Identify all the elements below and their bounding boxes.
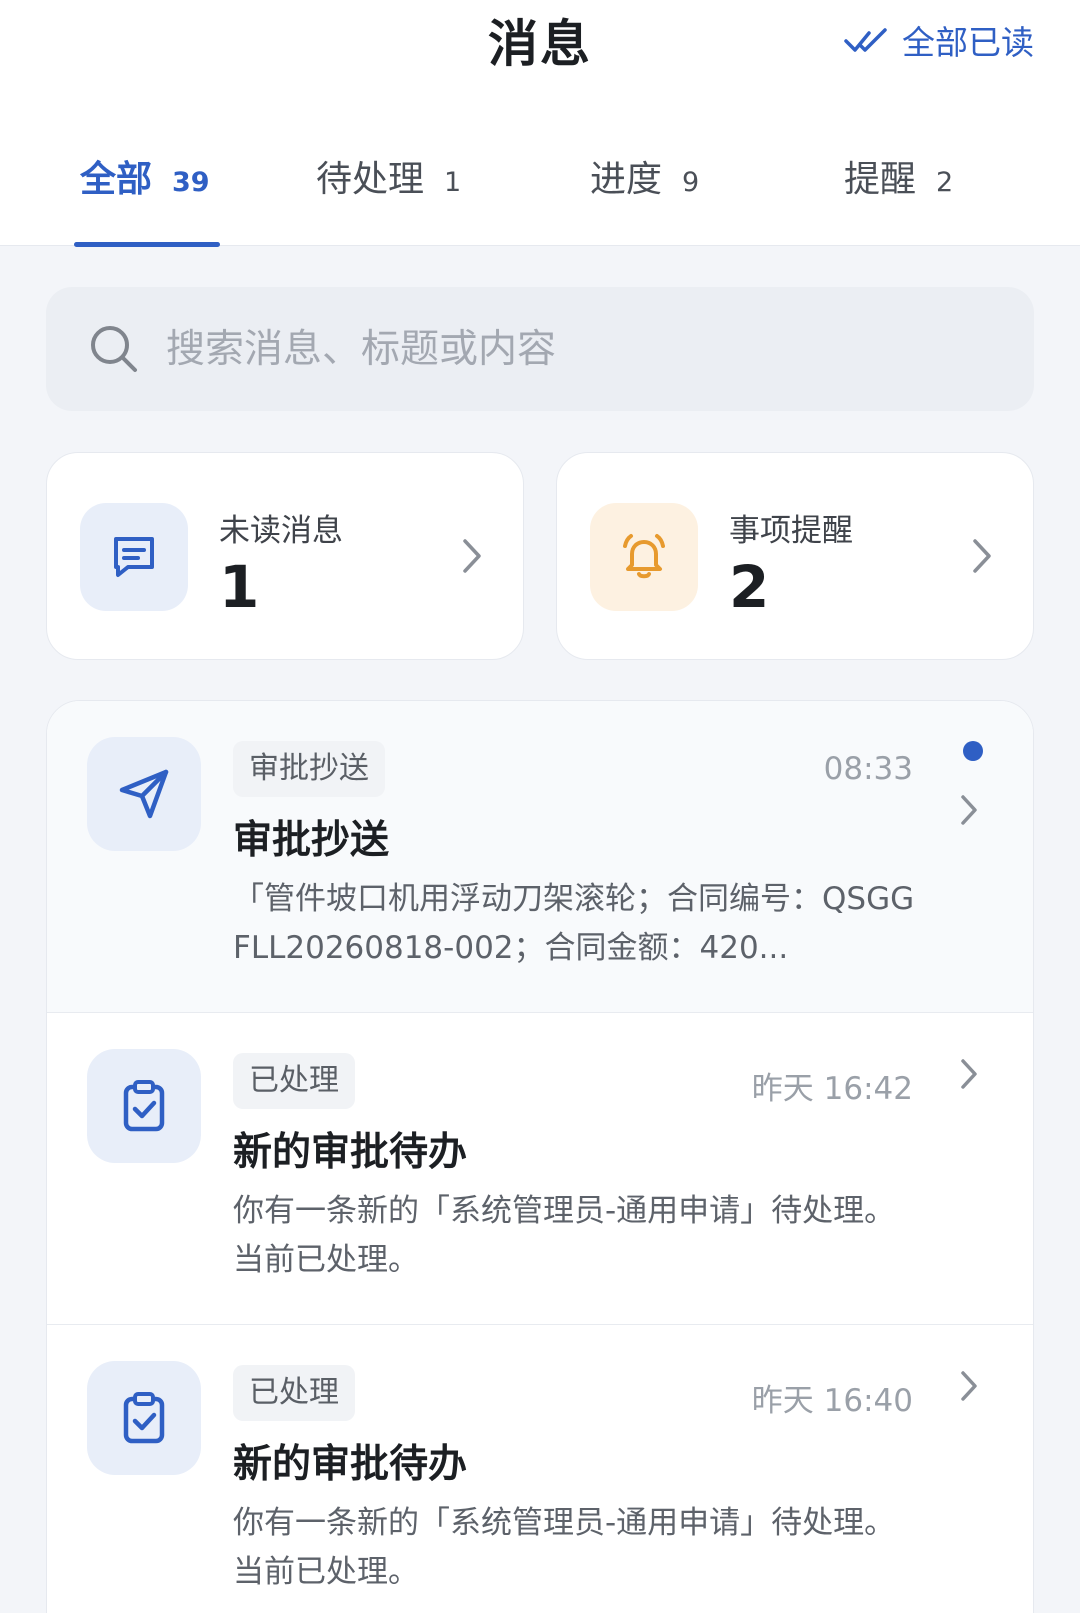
message-title: 审批抄送: [233, 818, 390, 863]
list-item[interactable]: 审批抄送 08:33 审批抄送 「管件坡口机用浮动刀架滚轮；合同编号：QSGGF…: [47, 701, 1033, 1013]
tab-count: 39: [172, 167, 210, 198]
tab-reminder[interactable]: 提醒 2: [844, 150, 953, 202]
clipboard-check-icon: [87, 1049, 201, 1163]
clipboard-check-icon: [87, 1361, 201, 1475]
double-check-icon: [844, 28, 887, 52]
message-icon: [80, 503, 188, 611]
message-time: 昨天 16:42: [751, 1071, 913, 1107]
message-title: 新的审批待办: [233, 1442, 468, 1487]
list-item[interactable]: 已处理 昨天 16:40 新的审批待办 你有一条新的「系统管理员-通用申请」待处…: [47, 1325, 1033, 1613]
unread-dot: [963, 741, 983, 761]
message-title: 新的审批待办: [233, 1130, 468, 1175]
tab-count: 2: [936, 167, 954, 198]
message-tag: 审批抄送: [233, 741, 385, 797]
unread-messages-card[interactable]: 未读消息 1: [46, 452, 524, 660]
tab-label: 全部: [80, 159, 153, 200]
mark-all-read-label: 全部已读: [902, 23, 1034, 62]
message-tag: 已处理: [233, 1053, 355, 1109]
tab-pending[interactable]: 待处理 1: [316, 150, 461, 202]
mark-all-read-button[interactable]: 全部已读: [844, 16, 1034, 64]
chevron-right-icon: [961, 1059, 977, 1089]
chevron-right-icon: [961, 1371, 977, 1401]
message-list: 审批抄送 08:33 审批抄送 「管件坡口机用浮动刀架滚轮；合同编号：QSGGF…: [46, 700, 1034, 1613]
tab-label: 待处理: [316, 159, 425, 200]
chevron-right-icon: [973, 539, 991, 573]
search-icon: [91, 326, 137, 372]
tab-count: 9: [682, 167, 700, 198]
message-time: 08:33: [823, 751, 913, 787]
card-value: 1: [219, 553, 260, 621]
bell-icon: [590, 503, 698, 611]
tab-all[interactable]: 全部 39: [80, 150, 210, 202]
message-tag: 已处理: [233, 1365, 355, 1421]
search-input[interactable]: [166, 326, 966, 372]
message-description: 你有一条新的「系统管理员-通用申请」待处理。 当前已处理。: [233, 1193, 896, 1278]
chevron-right-icon: [463, 539, 481, 573]
item-reminders-card[interactable]: 事项提醒 2: [556, 452, 1034, 660]
card-value: 2: [729, 553, 770, 621]
tab-bar: 全部 39 待处理 1 进度 9 提醒 2: [0, 150, 1080, 246]
tab-label: 进度: [590, 159, 663, 200]
list-item[interactable]: 已处理 昨天 16:42 新的审批待办 你有一条新的「系统管理员-通用申请」待处…: [47, 1013, 1033, 1325]
message-time: 昨天 16:40: [751, 1383, 913, 1419]
card-label: 未读消息: [219, 513, 343, 549]
message-description: 「管件坡口机用浮动刀架滚轮；合同编号：QSGGFLL20260818-002；合…: [233, 881, 915, 966]
tab-progress[interactable]: 进度 9: [590, 150, 699, 202]
active-tab-indicator: [74, 242, 220, 247]
search-bar[interactable]: [46, 287, 1034, 411]
message-description: 你有一条新的「系统管理员-通用申请」待处理。 当前已处理。: [233, 1505, 896, 1590]
send-icon: [87, 737, 201, 851]
tab-count: 1: [444, 167, 462, 198]
chevron-right-icon: [961, 795, 977, 825]
top-bar: 消息 全部已读 全部 39 待处理 1 进度 9 提醒 2: [0, 0, 1080, 247]
card-label: 事项提醒: [729, 513, 853, 549]
tab-label: 提醒: [844, 159, 917, 200]
